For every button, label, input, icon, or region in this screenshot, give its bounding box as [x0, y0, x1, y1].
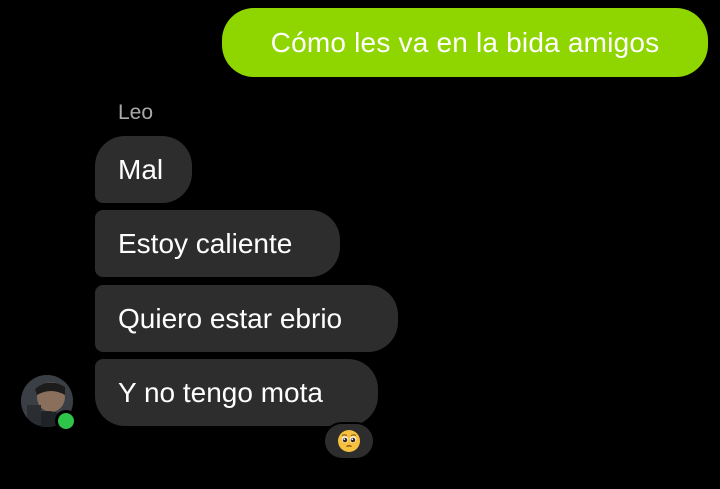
incoming-message-bubble[interactable]: Y no tengo mota [95, 359, 378, 426]
incoming-message-bubble[interactable]: Quiero estar ebrio [95, 285, 398, 352]
online-status-indicator [55, 410, 77, 432]
pleading-face-emoji-icon [338, 430, 360, 452]
sender-name: Leo [118, 101, 154, 124]
message-text: Cómo les va en la bida amigos [270, 26, 660, 58]
incoming-message-bubble[interactable]: Mal [95, 136, 192, 203]
message-text: Y no tengo mota [118, 376, 323, 408]
chat-thread: Cómo les va en la bida amigos Leo Mal Es… [0, 0, 720, 489]
message-text: Mal [118, 153, 164, 185]
message-text: Quiero estar ebrio [118, 302, 343, 334]
message-reaction[interactable] [323, 422, 375, 460]
message-text: Estoy caliente [118, 227, 293, 259]
incoming-message-bubble[interactable]: Estoy caliente [95, 210, 340, 277]
outgoing-message-bubble[interactable]: Cómo les va en la bida amigos [222, 8, 708, 77]
